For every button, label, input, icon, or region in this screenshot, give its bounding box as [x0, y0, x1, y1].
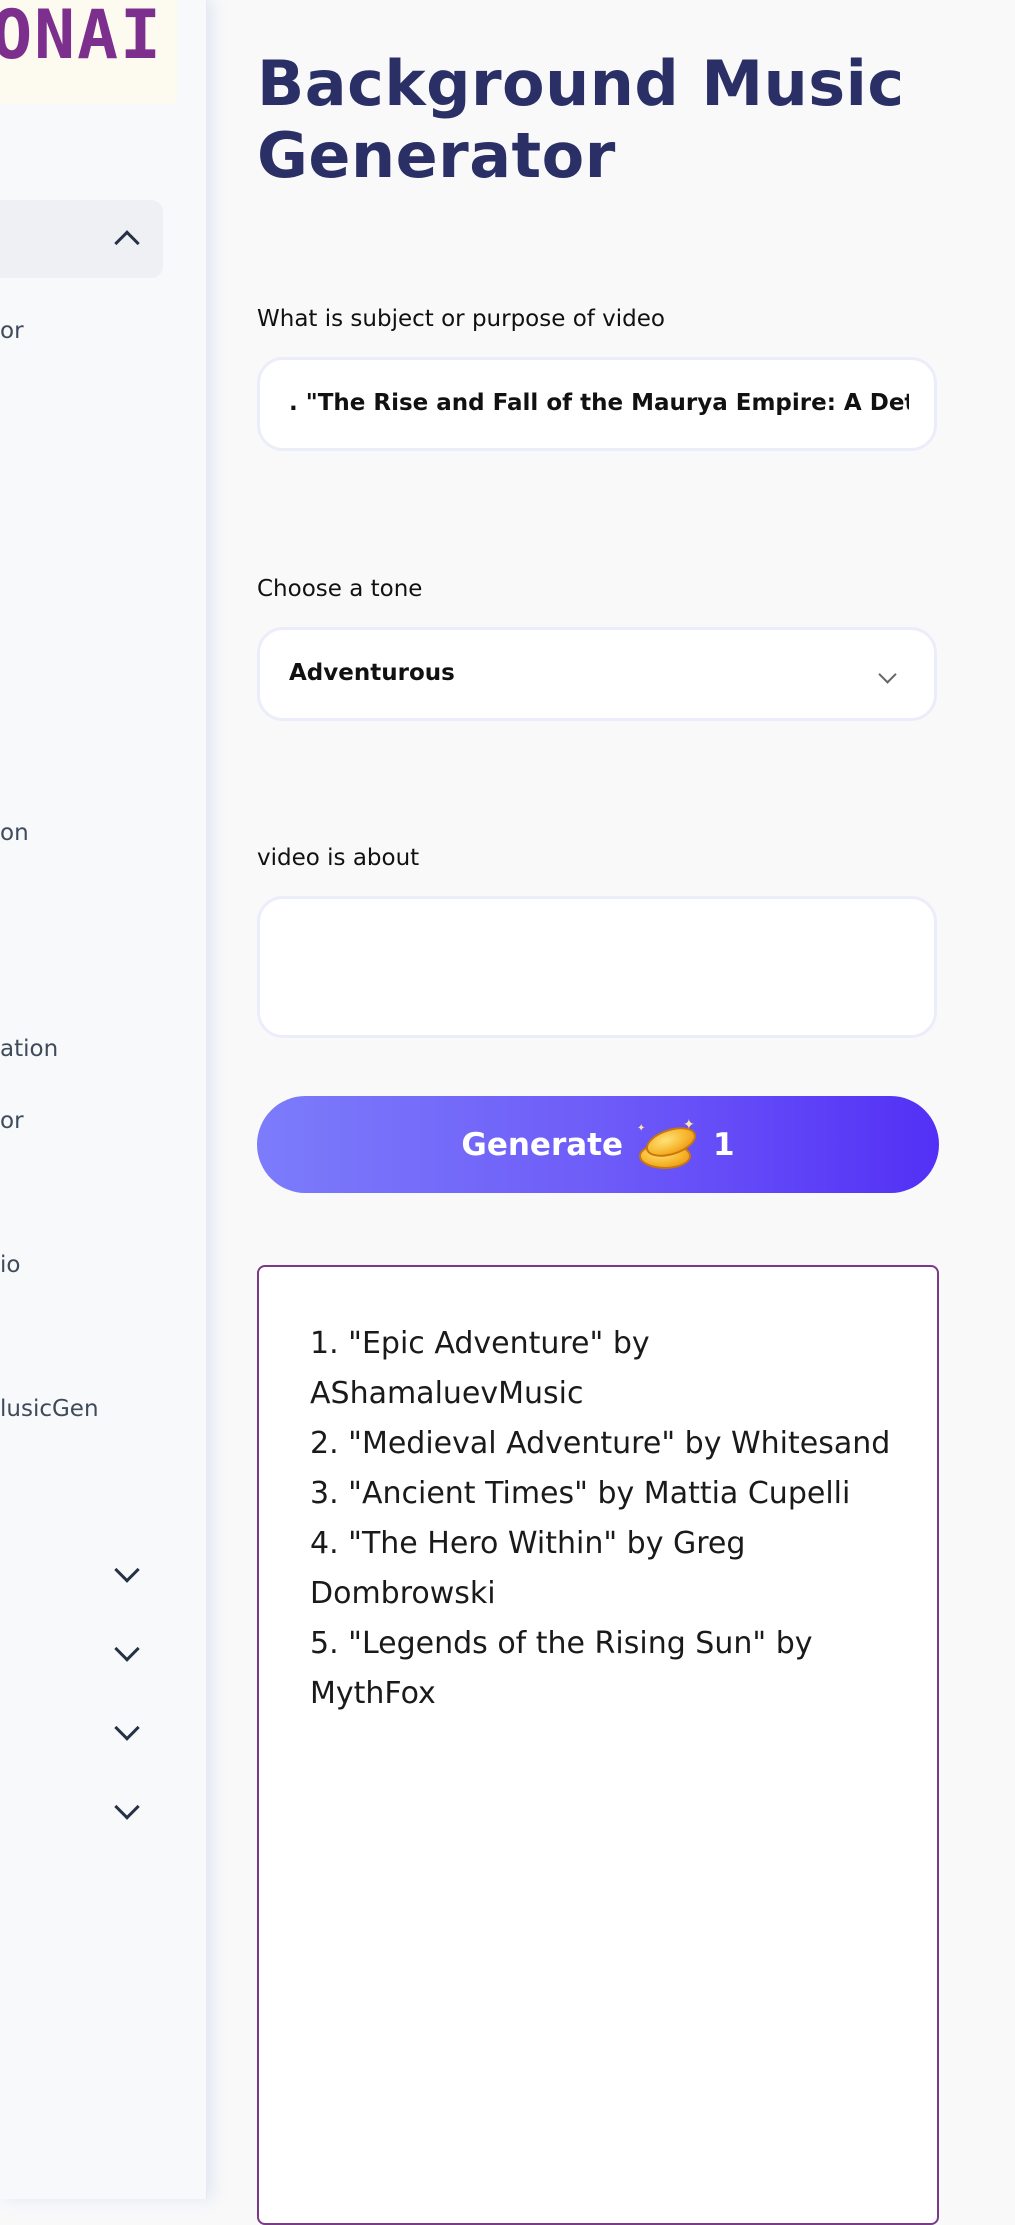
result-panel: 1. "Epic Adventure" by AShamaluevMusic 2… [257, 1265, 939, 2225]
result-item: 3. "Ancient Times" by Mattia Cupelli [310, 1476, 851, 1511]
result-item: 4. "The Hero Within" by Greg Dombrowski [310, 1526, 746, 1611]
generate-button-label: Generate [461, 1126, 624, 1163]
tone-select[interactable]: Adventurous [257, 627, 937, 721]
chevron-down-icon[interactable] [114, 1557, 140, 1583]
sidebar-item[interactable]: ation [0, 1036, 58, 1062]
logo[interactable]: ONAI [0, 0, 177, 104]
sidebar: ONAI or on ation or io lusicGen [0, 0, 207, 2199]
subject-input[interactable]: . "The Rise and Fall of the Maurya Empir… [257, 357, 937, 451]
tone-label: Choose a tone [257, 576, 423, 602]
about-label: video is about [257, 845, 420, 871]
page-title: Background Music Generator [257, 47, 905, 192]
chevron-down-icon[interactable] [114, 1794, 140, 1820]
chevron-down-icon [878, 665, 897, 684]
generate-button[interactable]: Generate ✦ ✦ 1 [257, 1096, 939, 1193]
logo-text: ONAI [0, 0, 163, 75]
chevron-down-icon[interactable] [114, 1715, 140, 1741]
sidebar-item[interactable]: io [0, 1252, 20, 1278]
generate-cost: 1 [713, 1126, 735, 1163]
chevron-down-icon[interactable] [114, 1636, 140, 1662]
sidebar-item[interactable]: lusicGen [0, 1396, 99, 1422]
subject-label: What is subject or purpose of video [257, 306, 665, 332]
sidebar-item[interactable]: or [0, 318, 24, 344]
result-list: 1. "Epic Adventure" by AShamaluevMusic 2… [310, 1319, 910, 1719]
sidebar-item[interactable]: on [0, 820, 29, 846]
result-item: 5. "Legends of the Rising Sun" by MythFo… [310, 1626, 813, 1711]
tone-select-value: Adventurous [289, 660, 455, 686]
sidebar-item[interactable]: or [0, 1108, 24, 1134]
result-item: 1. "Epic Adventure" by AShamaluevMusic [310, 1326, 650, 1411]
subject-input-value: . "The Rise and Fall of the Maurya Empir… [289, 390, 909, 416]
result-item: 2. "Medieval Adventure" by Whitesand [310, 1426, 891, 1461]
sidebar-section-expanded[interactable] [0, 200, 163, 278]
coins-icon: ✦ ✦ [635, 1117, 701, 1171]
about-textarea[interactable] [257, 896, 937, 1038]
chevron-up-icon [114, 230, 140, 256]
